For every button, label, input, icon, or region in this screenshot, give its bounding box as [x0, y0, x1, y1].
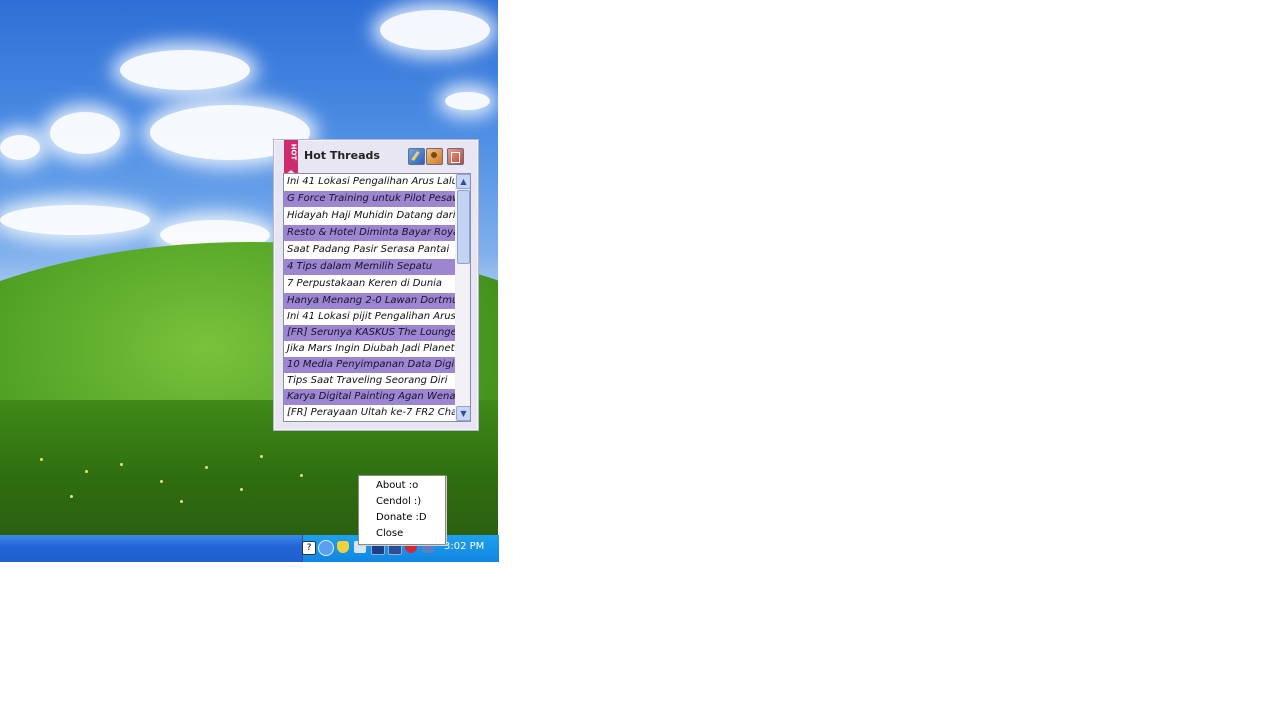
thread-item[interactable]: Ini 41 Lokasi Pengalihan Arus Lalu Li [284, 174, 455, 190]
thread-list: Ini 41 Lokasi Pengalihan Arus Lalu Li G … [283, 173, 471, 422]
exit-icon[interactable] [447, 148, 464, 165]
cloud [50, 112, 120, 154]
context-menu: About :o Cendol :) Donate :D Close [358, 475, 446, 545]
menu-item-close[interactable]: Close [376, 526, 442, 542]
hot-threads-widget: HOT Hot Threads Ini 41 Lokasi Pengalihan… [273, 139, 479, 431]
help-icon[interactable]: ? [302, 541, 316, 555]
thread-item[interactable]: 7 Perpustakaan Keren di Dunia [284, 276, 455, 292]
cloud [0, 135, 40, 160]
thread-item[interactable]: Ini 41 Lokasi pijit Pengalihan Arus Lo [284, 309, 455, 325]
thread-item[interactable]: [FR] Serunya KASKUS The Lounge Go [284, 325, 455, 341]
cloud [380, 10, 490, 50]
hot-badge-label: HOT [289, 143, 298, 161]
edit-icon[interactable] [408, 148, 425, 165]
list-scrollbar[interactable]: ▲ ▼ [455, 174, 470, 421]
thread-item[interactable]: 10 Media Penyimpanan Data Digital [284, 357, 455, 373]
scroll-down-icon[interactable]: ▼ [456, 406, 470, 421]
thread-item[interactable]: Hidayah Haji Muhidin Datang dari Ke [284, 208, 455, 224]
thread-item[interactable]: Resto & Hotel Diminta Bayar Royalt [284, 225, 455, 241]
thread-item[interactable]: Karya Digital Painting Agan Wenart [284, 389, 455, 405]
arrow-icon[interactable] [318, 540, 334, 556]
cloud [120, 50, 250, 90]
thread-item[interactable]: Saat Padang Pasir Serasa Pantai [284, 242, 455, 258]
cloud [445, 92, 490, 110]
thread-item[interactable]: 4 Tips dalam Memilih Sepatu [284, 259, 455, 275]
thread-item[interactable]: Jika Mars Ingin Diubah Jadi Planet Li [284, 341, 455, 357]
scroll-thumb[interactable] [457, 190, 470, 264]
shield-icon[interactable] [337, 541, 349, 553]
thread-item[interactable]: [FR] Perayaan Ultah ke-7 FR2 Chapt [284, 405, 455, 421]
widget-title: Hot Threads [304, 149, 380, 162]
cloud [0, 205, 150, 235]
menu-item-donate[interactable]: Donate :D [376, 510, 442, 526]
thread-item[interactable]: Hanya Menang 2-0 Lawan Dortmund [284, 293, 455, 309]
thread-item[interactable]: Tips Saat Traveling Seorang Diri [284, 373, 455, 389]
menu-item-cendol[interactable]: Cendol :) [376, 494, 442, 510]
taskbar-clock[interactable]: 3:02 PM [444, 541, 484, 552]
thread-item[interactable]: G Force Training untuk Pilot Pesawa [284, 191, 455, 207]
hot-ribbon-icon: HOT [284, 140, 298, 176]
menu-item-about[interactable]: About :o [376, 478, 442, 494]
scroll-up-icon[interactable]: ▲ [456, 174, 470, 189]
users-icon[interactable] [426, 148, 443, 165]
